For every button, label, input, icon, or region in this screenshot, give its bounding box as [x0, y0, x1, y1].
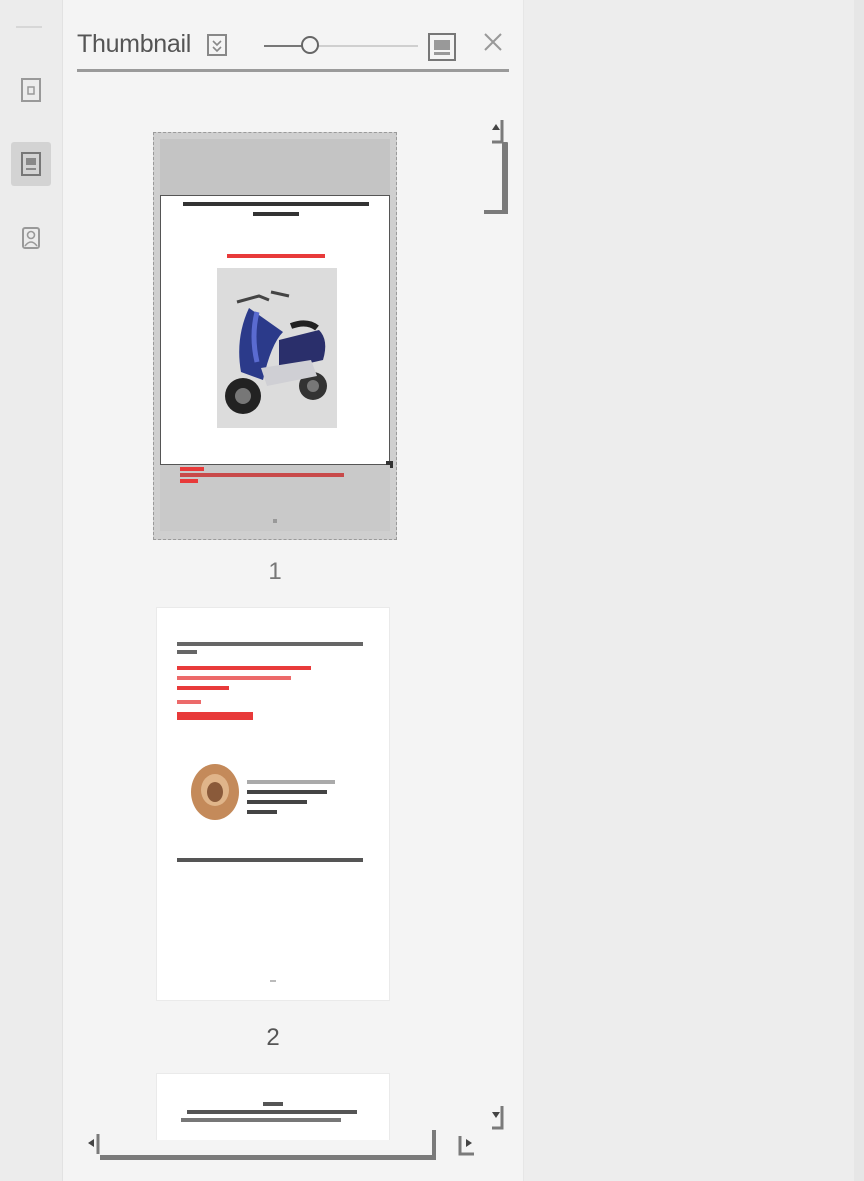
scroll-up-arrow[interactable] — [485, 118, 507, 144]
fit-page-icon[interactable] — [427, 32, 457, 67]
page-1-offscreen-top — [160, 139, 390, 195]
page-view-icon[interactable] — [11, 68, 51, 112]
page-2-text-line — [177, 858, 363, 862]
page-2-logo-image — [191, 764, 239, 820]
page-2-number-mark — [270, 980, 276, 982]
page-1-offscreen-bottom — [160, 465, 390, 531]
zoom-slider-track[interactable] — [264, 45, 418, 47]
thumbnail-page-3[interactable] — [157, 1074, 389, 1140]
page-1-red-footer — [180, 479, 198, 483]
horizontal-scrollbar-thumb-end — [432, 1130, 436, 1160]
bookmark-user-icon[interactable] — [11, 216, 51, 260]
page-2-text-line — [247, 800, 307, 804]
page-1-title-line — [183, 202, 369, 206]
vertical-scrollbar-thumb-end — [484, 210, 508, 214]
page-1-visible-region[interactable] — [160, 195, 393, 468]
panel-title: Thumbnail — [77, 30, 192, 58]
rail-grip — [16, 26, 42, 28]
left-nav-rail — [0, 0, 63, 1181]
thumbnail-panel: Thumbnail 1 2 — [63, 0, 524, 1181]
panel-header-divider — [77, 69, 509, 72]
scooter-image — [217, 268, 337, 428]
page-number-label: 1 — [268, 558, 282, 585]
page-1-red-footer — [180, 473, 344, 477]
page-1-red-heading — [227, 254, 325, 258]
page-2-text-line — [247, 790, 327, 794]
scroll-down-arrow[interactable] — [485, 1104, 507, 1130]
fit-width-icon[interactable] — [205, 32, 229, 63]
page-2-text-line — [177, 650, 197, 654]
page-3-text-line — [187, 1110, 357, 1114]
close-icon[interactable] — [481, 30, 505, 59]
page-2-red-line — [177, 700, 201, 704]
page-2-red-line — [177, 676, 291, 680]
scroll-left-arrow[interactable] — [82, 1130, 100, 1156]
scroll-right-arrow[interactable] — [456, 1130, 478, 1156]
page-2-text-line — [247, 810, 277, 814]
zoom-slider-knob[interactable] — [301, 36, 320, 54]
page-1-number-mark — [273, 519, 277, 523]
thumbnail-icon[interactable] — [11, 142, 51, 186]
window-edge — [854, 0, 864, 1181]
page-2-text-line — [177, 642, 363, 646]
page-3-text-line — [263, 1102, 283, 1106]
page-2-red-line — [177, 666, 311, 670]
page-1-red-footer — [180, 467, 204, 471]
thumbnail-list: 1 2 — [77, 100, 509, 1140]
page-number-label: 2 — [266, 1024, 280, 1051]
page-1-title-line — [253, 212, 299, 216]
page-2-text-line — [247, 780, 335, 784]
thumbnail-page-2[interactable] — [157, 608, 389, 1000]
document-workspace[interactable] — [524, 0, 864, 1181]
page-2-red-link — [177, 712, 253, 720]
page-2-red-line — [177, 686, 229, 690]
thumbnail-page-1[interactable] — [153, 132, 397, 540]
horizontal-scrollbar-thumb[interactable] — [100, 1155, 436, 1160]
page-3-text-line — [181, 1118, 341, 1122]
vertical-scrollbar-thumb[interactable] — [502, 142, 508, 214]
panel-header: Thumbnail — [77, 24, 509, 68]
